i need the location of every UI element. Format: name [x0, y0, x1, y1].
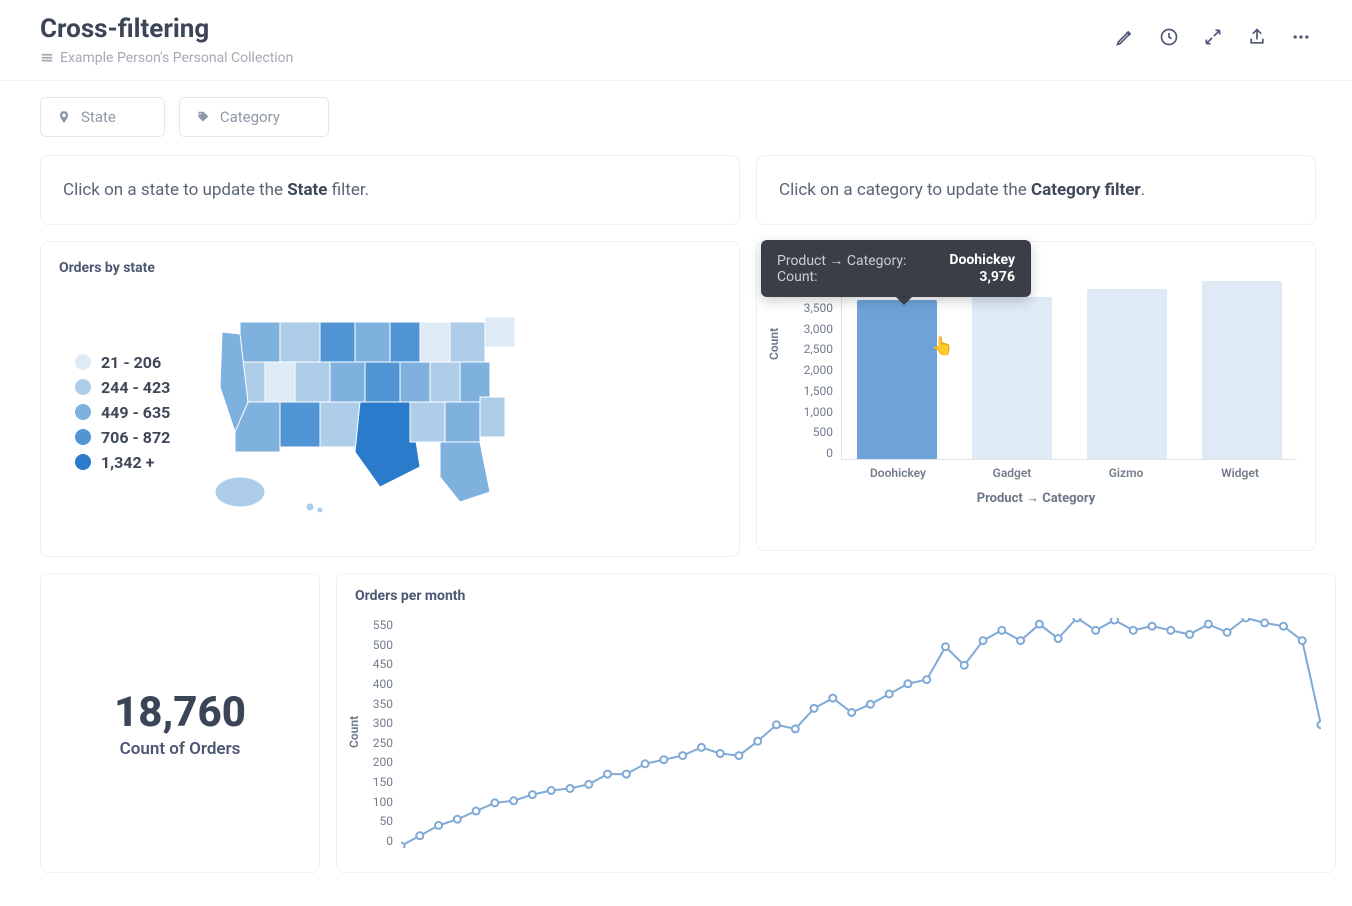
legend-label: 706 - 872 [101, 428, 170, 447]
edit-icon[interactable] [1114, 26, 1136, 48]
legend-row: 21 - 206 [75, 353, 170, 372]
bar-doohickey[interactable] [857, 300, 937, 459]
header-actions [1114, 14, 1312, 48]
legend-dot [75, 404, 91, 420]
instr-state-bold: State [287, 180, 327, 200]
orders-per-month-card: Orders per month Count 55050045040035030… [336, 573, 1336, 873]
collection-icon [40, 51, 54, 65]
legend-label: 21 - 206 [101, 353, 161, 372]
share-icon[interactable] [1246, 26, 1268, 48]
legend-row: 449 - 635 [75, 403, 170, 422]
tooltip-cat-value: Doohickey [949, 252, 1015, 269]
legend-dot [75, 354, 91, 370]
instr-state-post: filter. [327, 180, 369, 200]
chart-tooltip: Product → Category: Doohickey Count: 3,976 [761, 240, 1031, 297]
orders-by-category-card: Product → Category: Doohickey Count: 3,976… [756, 241, 1316, 551]
tag-icon [196, 110, 210, 124]
bar-bars[interactable] [841, 280, 1297, 460]
legend-label: 1,342 + [101, 453, 154, 472]
legend-row: 706 - 872 [75, 428, 170, 447]
legend-dot [75, 454, 91, 470]
bar-widget[interactable] [1202, 281, 1282, 459]
collection-name: Example Person's Personal Collection [60, 50, 293, 66]
bar-y-axis-label: Count [767, 328, 781, 360]
orders-by-state-title: Orders by state [41, 242, 739, 282]
orders-by-state-card: Orders by state 21 - 206 244 - 423 449 -… [40, 241, 740, 557]
tooltip-cat-label: Product → Category: [777, 252, 906, 269]
dashboard-header: Cross-filtering Example Person's Persona… [0, 0, 1352, 81]
us-map[interactable] [180, 292, 560, 532]
legend-label: 244 - 423 [101, 378, 170, 397]
bar-y-ticks: 4,0003,5003,0002,5002,0001,5001,0005000 [799, 280, 833, 460]
instr-cat-post: . [1141, 180, 1145, 200]
line-chart-svg[interactable] [401, 618, 1321, 848]
instruction-state-card: Click on a state to update the State fil… [40, 155, 740, 225]
count-of-orders-value: 18,760 [114, 688, 246, 737]
instruction-category-card: Click on a category to update the Catego… [756, 155, 1316, 225]
legend-label: 449 - 635 [101, 403, 170, 422]
line-chart[interactable]: Count 550500450400350300250200150100500 [355, 608, 1317, 858]
count-of-orders-label: Count of Orders [120, 739, 241, 759]
count-of-orders-card: 18,760 Count of Orders [40, 573, 320, 873]
bar-x-ticks: DoohickeyGadgetGizmoWidget [841, 466, 1297, 480]
bar-gadget[interactable] [972, 297, 1052, 459]
tooltip-count-value: 3,976 [979, 269, 1015, 285]
collection-breadcrumb[interactable]: Example Person's Personal Collection [40, 50, 293, 66]
orders-per-month-title: Orders per month [355, 588, 1317, 608]
line-y-axis-label: Count [347, 716, 361, 748]
legend-dot [75, 379, 91, 395]
legend-row: 244 - 423 [75, 378, 170, 397]
instr-cat-pre: Click on a category to update the [779, 180, 1031, 200]
filter-bar: State Category [0, 81, 1352, 137]
instr-state-pre: Click on a state to update the [63, 180, 287, 200]
page-title: Cross-filtering [40, 14, 293, 44]
bar-x-axis-label: Product → Category [775, 490, 1297, 506]
location-icon [57, 110, 71, 124]
fullscreen-icon[interactable] [1202, 26, 1224, 48]
legend-row: 1,342 + [75, 453, 170, 472]
more-icon[interactable] [1290, 26, 1312, 48]
bar-chart[interactable]: Count 4,0003,5003,0002,5002,0001,5001,00… [775, 280, 1297, 500]
instr-cat-bold: Category filter [1031, 180, 1141, 200]
filter-category[interactable]: Category [179, 97, 329, 137]
map-legend: 21 - 206 244 - 423 449 - 635 706 - 872 1… [59, 353, 170, 472]
legend-dot [75, 429, 91, 445]
bar-gizmo[interactable] [1087, 289, 1167, 459]
auto-refresh-icon[interactable] [1158, 26, 1180, 48]
filter-state-label: State [81, 108, 116, 126]
filter-state[interactable]: State [40, 97, 165, 137]
filter-category-label: Category [220, 108, 280, 126]
line-y-ticks: 550500450400350300250200150100500 [363, 618, 393, 848]
tooltip-count-label: Count: [777, 269, 818, 285]
